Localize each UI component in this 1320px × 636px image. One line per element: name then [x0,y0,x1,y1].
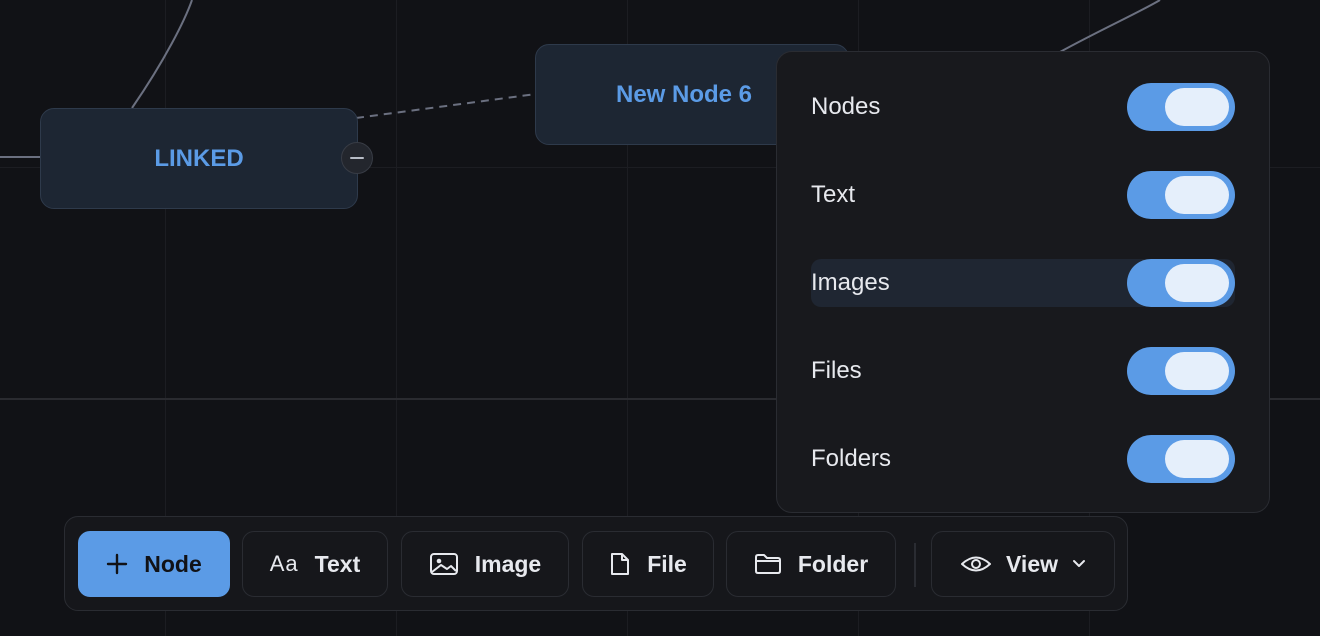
button-label: Node [144,550,202,577]
files-toggle[interactable] [1127,347,1235,395]
view-menu-button[interactable]: View [931,531,1115,597]
text-aa-icon: Aa [269,551,299,576]
node-label: LINKED [154,144,244,172]
add-folder-button[interactable]: Folder [726,531,896,597]
node-label: New Node 6 [616,80,753,108]
button-label: Image [474,550,542,577]
visibility-row-text: Text [811,171,1235,219]
chevron-down-icon [1073,560,1085,567]
toggle-knob [1165,176,1229,214]
image-icon [429,553,458,575]
folders-toggle[interactable] [1127,435,1235,483]
button-label: File [647,550,687,577]
folder-icon [754,554,781,574]
button-label: Text [314,550,361,577]
row-label: Images [811,269,890,296]
visibility-row-files: Files [811,347,1235,395]
visibility-row-images: Images [811,259,1235,307]
add-node-button[interactable]: Node [78,531,230,597]
node-linked[interactable]: LINKED [40,108,358,209]
images-toggle[interactable] [1127,259,1235,307]
minus-icon [350,157,364,159]
visibility-row-folders: Folders [811,435,1235,483]
toolbar-divider [914,543,916,587]
add-file-button[interactable]: File [582,531,714,597]
nodes-toggle[interactable] [1127,83,1235,131]
toggle-knob [1165,352,1229,390]
edge-line [1059,0,1161,53]
button-label: Folder [797,550,869,577]
eye-icon [961,556,991,572]
edge-line [131,0,193,109]
bottom-toolbar: Node Aa Text Image File Folder View [64,516,1128,611]
add-image-button[interactable]: Image [401,531,569,597]
row-label: Folders [811,445,892,472]
view-visibility-panel: Nodes Text Images Files Folders [776,51,1270,513]
dashed-edge-line [355,93,537,119]
row-label: Nodes [811,93,881,120]
row-label: Text [811,181,856,208]
plus-icon [107,553,128,575]
add-text-button[interactable]: Aa Text [242,531,388,597]
row-label: Files [811,357,862,384]
file-icon [611,553,630,575]
toggle-knob [1165,264,1229,302]
text-toggle[interactable] [1127,171,1235,219]
visibility-row-nodes: Nodes [811,83,1235,131]
toggle-knob [1165,88,1229,126]
button-label: View [1006,550,1058,577]
node-collapse-button[interactable] [341,142,373,174]
toggle-knob [1165,440,1229,478]
